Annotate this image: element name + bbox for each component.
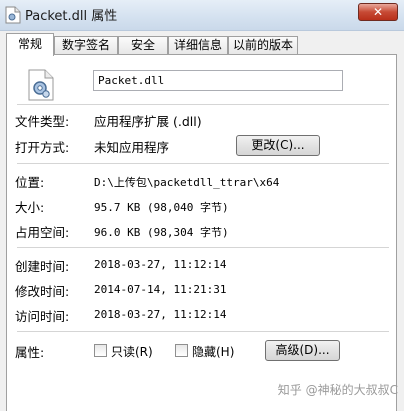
opens-with-value: 未知应用程序: [94, 140, 170, 155]
created-label: 创建时间:: [15, 259, 70, 274]
tab-previous-versions[interactable]: 以前的版本: [228, 36, 298, 55]
file-name-input[interactable]: Packet.dll: [93, 70, 343, 91]
modified-value: 2014-07-14, 11:21:31: [94, 283, 227, 296]
hidden-checkbox[interactable]: [175, 344, 188, 357]
tab-digital-signatures[interactable]: 数字签名: [54, 36, 118, 55]
location-label: 位置:: [15, 175, 45, 190]
accessed-value: 2018-03-27, 11:12:14: [94, 308, 227, 321]
file-type-label: 文件类型:: [15, 114, 70, 129]
separator: [17, 163, 389, 164]
file-type-value: 应用程序扩展 (.dll): [94, 114, 202, 129]
readonly-checkbox[interactable]: [94, 344, 107, 357]
accessed-label: 访问时间:: [15, 309, 70, 324]
tab-general[interactable]: 常规: [6, 33, 54, 56]
size-on-disk-value: 96.0 KB (98,304 字节): [94, 226, 229, 239]
close-button[interactable]: ✕: [358, 3, 398, 21]
separator: [17, 247, 389, 248]
general-panel: Packet.dll 文件类型: 应用程序扩展 (.dll) 打开方式: 未知应…: [6, 54, 397, 411]
hidden-label[interactable]: 隐藏(H): [192, 343, 234, 360]
tab-details[interactable]: 详细信息: [168, 36, 228, 55]
title-bar[interactable]: Packet.dll 属性 ✕: [0, 0, 404, 31]
document-gear-icon: [5, 6, 21, 24]
window-title: Packet.dll 属性: [25, 9, 118, 24]
created-value: 2018-03-27, 11:12:14: [94, 258, 227, 271]
size-label: 大小:: [15, 200, 45, 215]
tab-security[interactable]: 安全: [118, 36, 168, 55]
location-value: D:\上传包\packetdll_ttrar\x64: [94, 176, 280, 189]
advanced-button[interactable]: 高级(D)...: [265, 340, 340, 361]
dll-gear-icon: [28, 69, 54, 101]
modified-label: 修改时间:: [15, 284, 70, 299]
size-value: 95.7 KB (98,040 字节): [94, 201, 229, 214]
attributes-label: 属性:: [15, 345, 45, 360]
watermark: 知乎 @神秘的大叔叔C: [277, 383, 398, 397]
readonly-label[interactable]: 只读(R): [111, 343, 153, 360]
opens-with-label: 打开方式:: [15, 140, 70, 155]
change-button[interactable]: 更改(C)...: [236, 135, 320, 156]
separator: [17, 104, 389, 105]
size-on-disk-label: 占用空间:: [15, 225, 70, 240]
separator: [17, 331, 389, 332]
